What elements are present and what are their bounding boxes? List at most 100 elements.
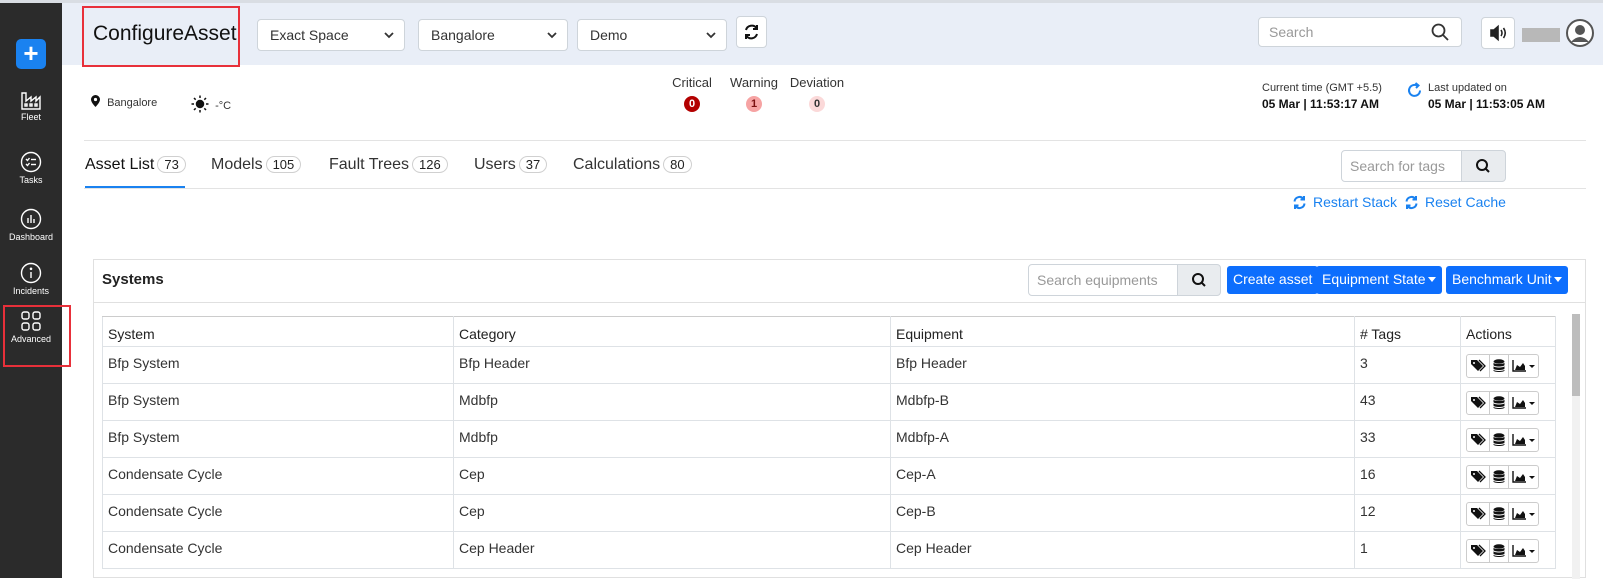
chart-action-dropdown[interactable] [1509,429,1538,451]
sidebar-item-fleet[interactable]: Fleet [0,90,62,122]
unit-select[interactable]: Demo [577,19,727,51]
unit-select-value: Demo [590,27,628,43]
tab-models[interactable]: Models 105 [211,156,302,174]
equipment-search-input[interactable]: Search equipments [1028,264,1178,296]
create-asset-button[interactable]: Create asset [1227,266,1319,294]
cell-system: Bfp System [102,383,454,421]
equipment-search-button[interactable] [1177,264,1221,296]
tags-action-button[interactable] [1467,466,1490,488]
avatar-icon[interactable] [1566,19,1594,47]
search-icon [1431,23,1449,41]
sidebar: + Fleet Tasks Dashboard Incidents Advanc… [0,3,62,578]
deviation-stat: Deviation 0 [787,75,847,112]
data-action-button[interactable] [1490,355,1509,377]
last-updated-value: 05 Mar | 11:53:05 AM [1428,97,1545,111]
cell-equipment: Mdbfp-B [890,383,1355,421]
equipment-state-dropdown[interactable]: Equipment State [1316,266,1442,294]
database-icon [1493,544,1505,557]
speaker-icon [1490,24,1507,42]
sidebar-item-incidents[interactable]: Incidents [0,262,62,296]
tab-asset-list[interactable]: Asset List 73 [85,156,186,174]
company-select-value: Exact Space [270,27,349,43]
scrollbar-thumb[interactable] [1572,314,1580,396]
area-chart-icon [1512,360,1535,372]
column-header-tags[interactable]: # Tags [1354,316,1461,347]
divider [84,188,1586,189]
row-actions [1466,465,1539,489]
tab-count-badge: 73 [157,156,186,173]
tags-action-button[interactable] [1467,355,1490,377]
column-header-actions: Actions [1460,316,1556,347]
benchmark-unit-dropdown[interactable]: Benchmark Unit [1446,266,1568,294]
restart-stack-link[interactable]: Restart Stack [1292,194,1397,210]
sidebar-item-tasks[interactable]: Tasks [0,151,62,185]
table-row[interactable]: Condensate Cycle Cep Cep-A 16 [102,457,1556,495]
data-action-button[interactable] [1490,429,1509,451]
tab-count-badge: 105 [265,156,302,173]
deviation-label: Deviation [789,75,845,90]
data-action-button[interactable] [1490,466,1509,488]
table-row[interactable]: Bfp System Mdbfp Mdbfp-A 33 [102,420,1556,458]
refresh-icon[interactable] [1406,82,1423,99]
tag-search-button[interactable] [1461,150,1506,182]
chart-action-dropdown[interactable] [1509,392,1538,414]
table-row[interactable]: Condensate Cycle Cep Cep-B 12 [102,494,1556,532]
caret-down-icon [1553,277,1562,282]
chart-action-dropdown[interactable] [1509,355,1538,377]
reset-cache-link[interactable]: Reset Cache [1404,194,1506,210]
location: Bangalore [91,95,157,109]
site-select-value: Bangalore [431,27,495,43]
sun-icon [191,95,209,113]
data-action-button[interactable] [1490,503,1509,525]
row-actions [1466,354,1539,378]
tags-action-button[interactable] [1467,392,1490,414]
table-row[interactable]: Condensate Cycle Cep Header Cep Header 1 [102,531,1556,569]
refresh-button[interactable] [736,16,767,48]
tab-label: Models [211,156,263,173]
tab-count-badge: 37 [518,156,548,173]
table-row[interactable]: Bfp System Mdbfp Mdbfp-B 43 [102,383,1556,421]
site-select[interactable]: Bangalore [418,19,568,51]
deviation-count-badge: 0 [809,96,825,112]
divider [84,140,1586,141]
chart-action-dropdown[interactable] [1509,540,1538,562]
location-label: Bangalore [107,97,158,109]
row-actions [1466,391,1539,415]
cell-tags: 33 [1354,420,1461,458]
cell-category: Bfp Header [453,346,891,384]
systems-title: Systems [102,271,164,288]
company-select[interactable]: Exact Space [257,19,405,51]
current-time: Current time (GMT +5.5) 05 Mar | 11:53:1… [1262,82,1382,111]
tab-fault-trees[interactable]: Fault Trees 126 [329,156,448,174]
cell-equipment: Cep-A [890,457,1355,495]
cell-equipment: Cep-B [890,494,1355,532]
tag-icon [1471,359,1486,372]
cell-system: Condensate Cycle [102,457,454,495]
global-search-input[interactable]: Search [1258,17,1462,47]
tags-action-button[interactable] [1467,503,1490,525]
column-header-equipment[interactable]: Equipment [890,316,1355,347]
warning-stat: Warning 1 [728,75,780,112]
cell-tags: 12 [1354,494,1461,532]
tab-count-badge: 80 [663,156,692,173]
add-button[interactable]: + [16,39,46,69]
column-header-category[interactable]: Category [453,316,891,347]
tags-action-button[interactable] [1467,540,1490,562]
tag-icon [1471,433,1486,446]
table-row[interactable]: Bfp System Bfp Header Bfp Header 3 [102,346,1556,384]
tags-action-button[interactable] [1467,429,1490,451]
chart-action-dropdown[interactable] [1509,503,1538,525]
cell-actions [1460,494,1556,532]
caret-down-icon [1427,277,1436,282]
sidebar-item-dashboard[interactable]: Dashboard [0,208,62,242]
tab-calculations[interactable]: Calculations 80 [573,156,692,174]
database-icon [1493,470,1505,483]
database-icon [1493,396,1505,409]
data-action-button[interactable] [1490,540,1509,562]
database-icon [1493,507,1505,520]
sound-button[interactable] [1481,17,1515,49]
tab-users[interactable]: Users 37 [474,156,548,174]
chart-action-dropdown[interactable] [1509,466,1538,488]
data-action-button[interactable] [1490,392,1509,414]
column-header-system[interactable]: System [102,316,454,347]
